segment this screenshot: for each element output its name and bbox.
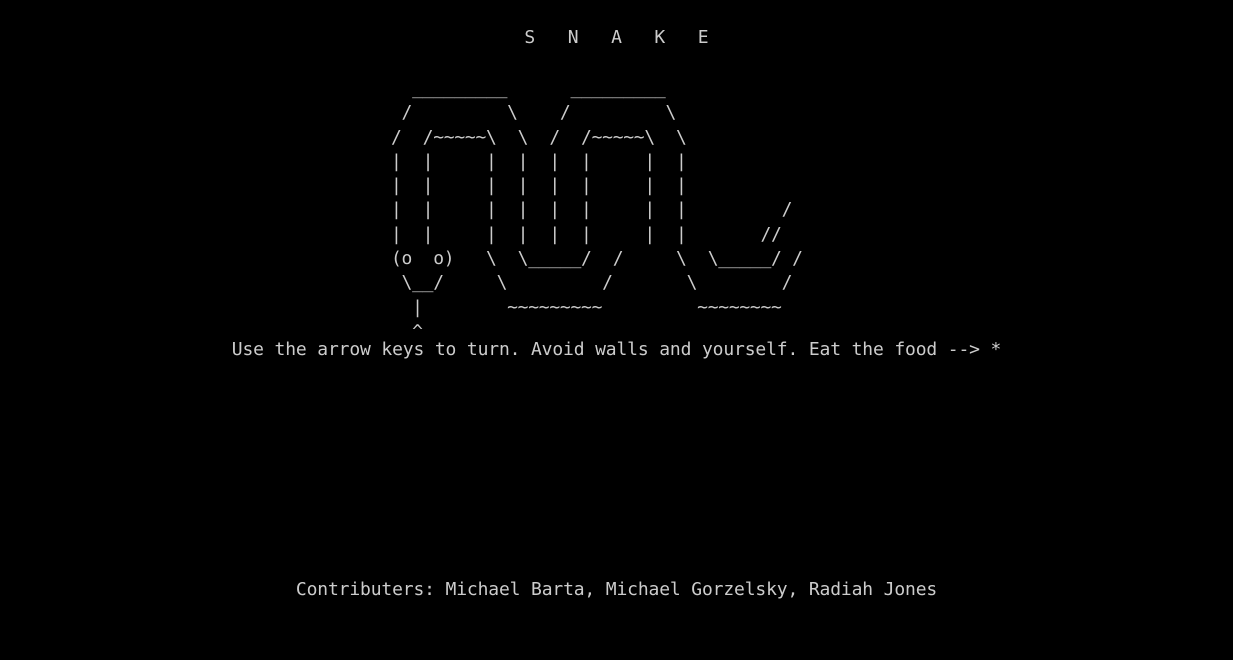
contributors-credit: Contributers: Michael Barta, Michael Gor… (295, 579, 938, 600)
game-title: S N A K E (524, 27, 709, 48)
snake-ascii-art: _________ _________ / \ / \ / /~~~~~\ \ … (391, 78, 803, 342)
instructions-text: Use the arrow keys to turn. Avoid walls … (231, 339, 1002, 360)
